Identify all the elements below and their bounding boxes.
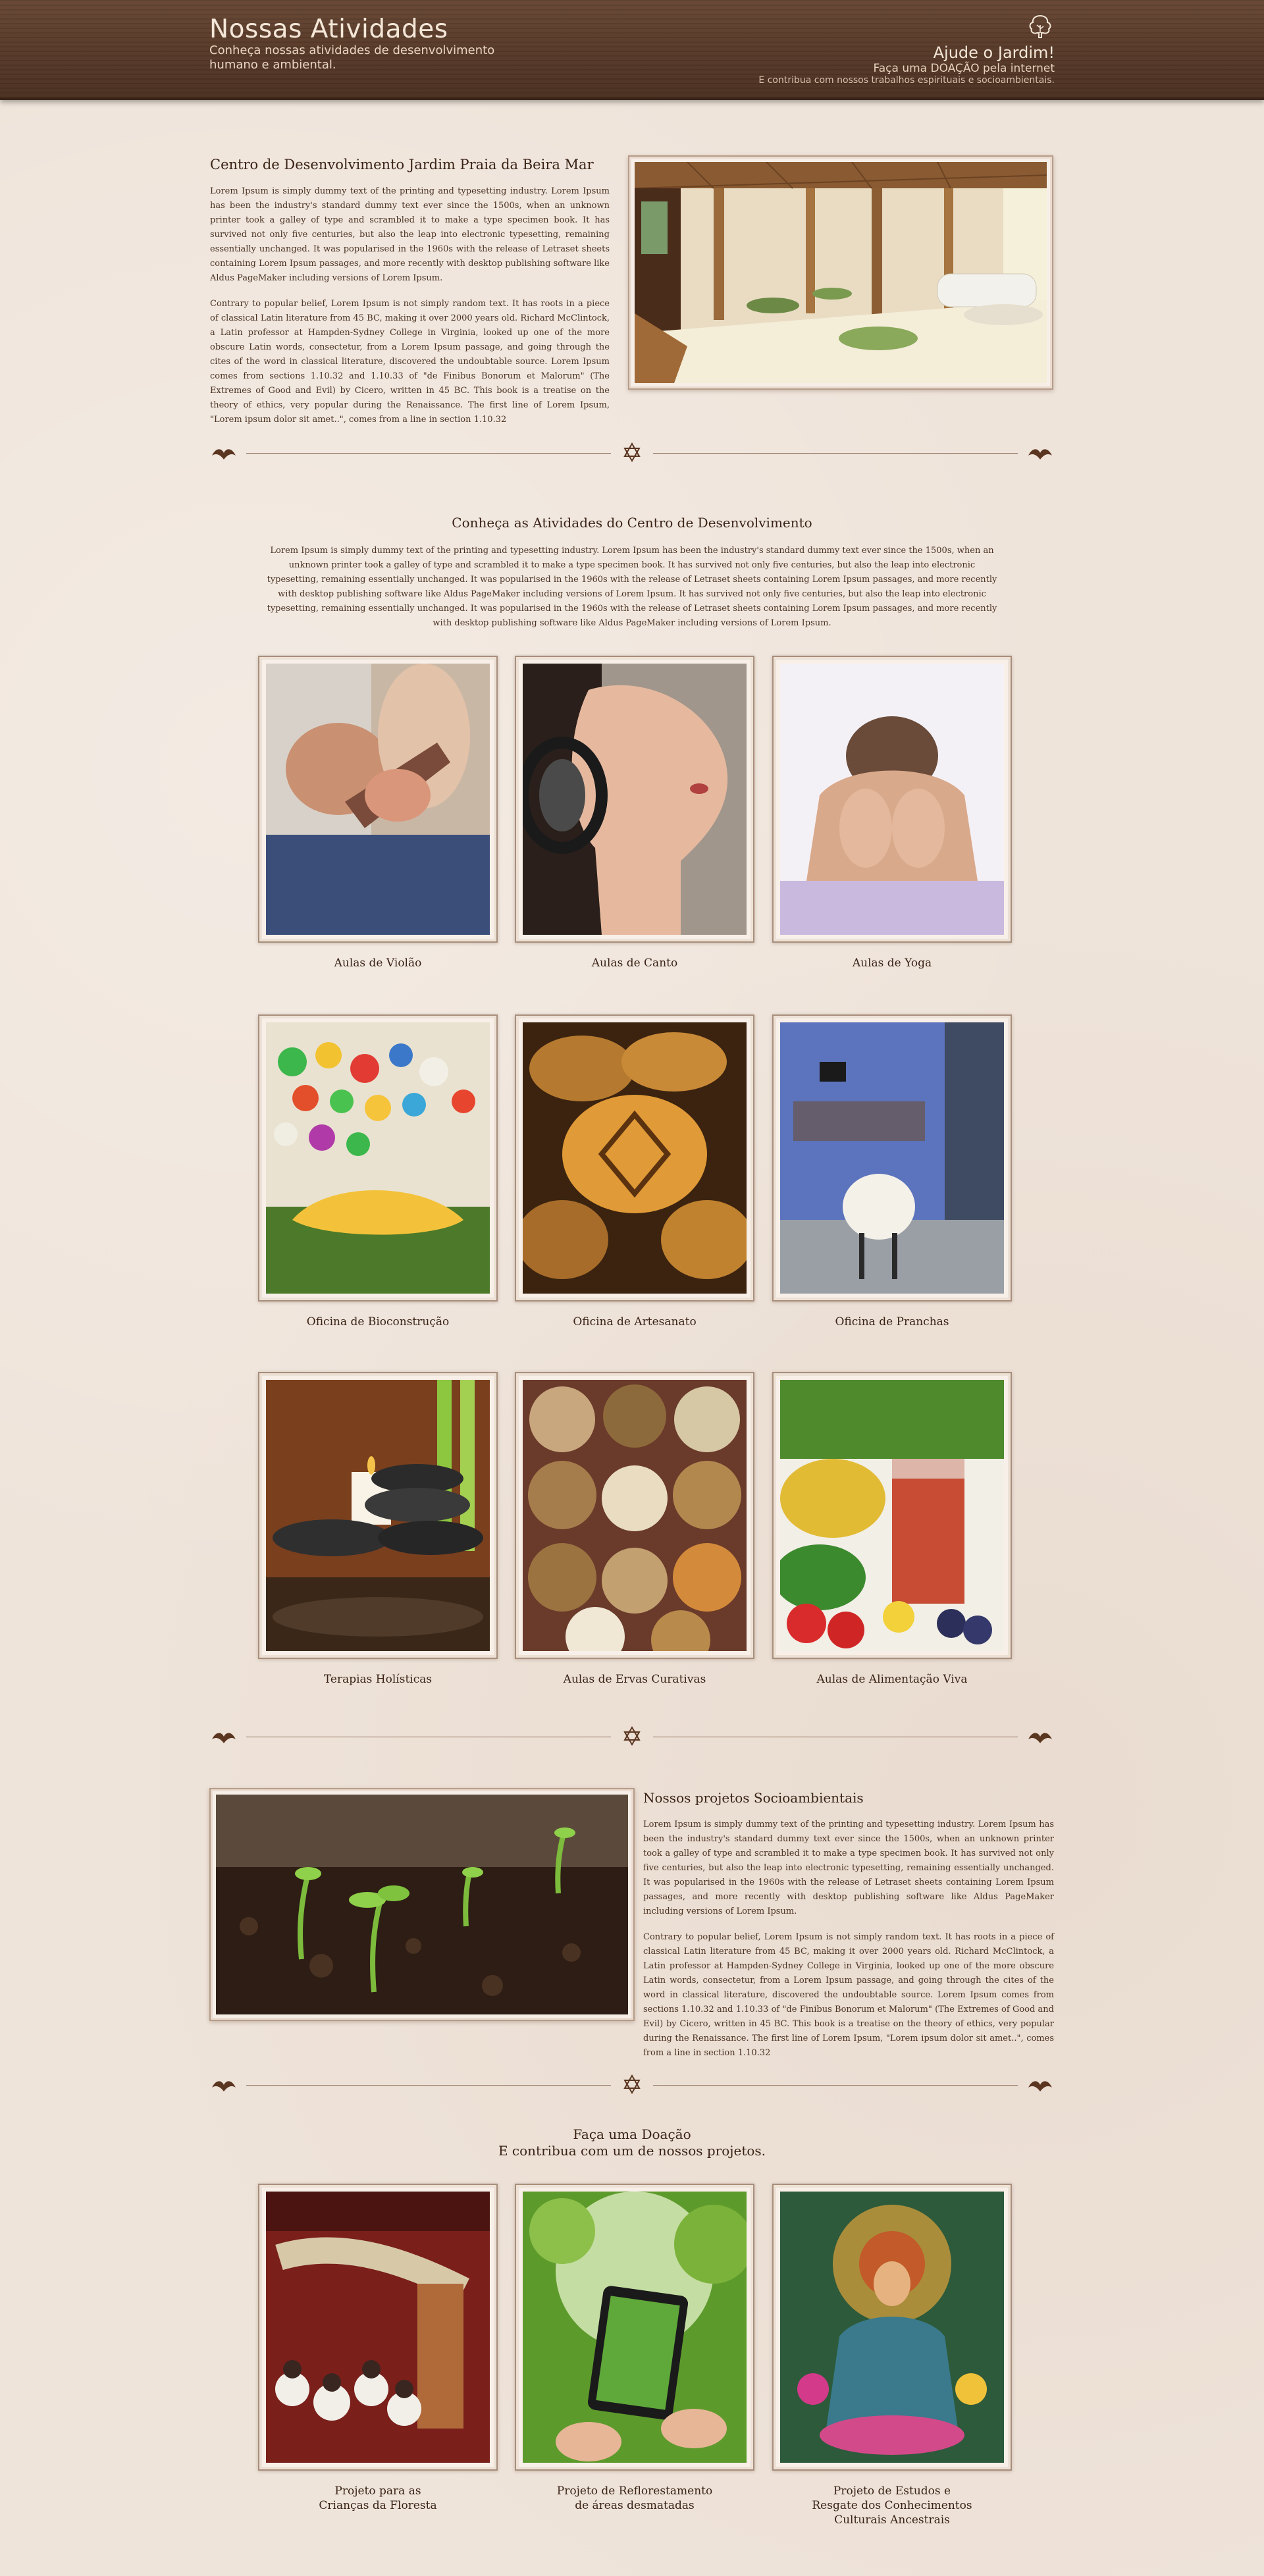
activities-text: Lorem Ipsum is simply dummy text of the …: [267, 546, 997, 628]
activities-title: Conheça as Atividades do Centro de Desen…: [452, 515, 812, 531]
donation-title: Faça uma Doação E contribua com um de no…: [209, 2126, 1055, 2159]
activity-caption[interactable]: Aulas de Canto: [515, 956, 754, 970]
donate-line[interactable]: Faça uma DOAÇÃO pela internet: [758, 62, 1055, 75]
star-of-david-icon: [623, 1726, 641, 1746]
donation-caption[interactable]: Projeto para as Crianças da Floresta: [258, 2484, 498, 2513]
left-ornament-icon: [212, 449, 236, 460]
tree-icon: [1029, 14, 1051, 38]
activity-card[interactable]: Aulas de Canto: [515, 656, 754, 970]
donation-caption[interactable]: Projeto de Reflorestamento de áreas desm…: [515, 2484, 754, 2513]
donation-caption-line-2[interactable]: de áreas desmatadas: [515, 2498, 754, 2513]
donate-caption: E contribua com nossos trabalhos espirit…: [758, 75, 1055, 86]
left-ornament-icon: [212, 2081, 236, 2091]
center-photo: [628, 155, 1053, 390]
activity-caption[interactable]: Aulas de Ervas Curativas: [515, 1672, 754, 1687]
divider-2: [209, 1723, 1055, 1750]
activity-caption[interactable]: Oficina de Pranchas: [772, 1315, 1012, 1329]
intro-title: Centro de Desenvolvimento Jardim Praia d…: [210, 157, 594, 172]
activity-card[interactable]: Aulas de Alimentação Viva: [772, 1372, 1012, 1687]
reforestation-image: [523, 2192, 747, 2463]
donation-card[interactable]: Projeto de Estudos e Resgate dos Conheci…: [772, 2184, 1012, 2527]
page-title: Nossas Atividades: [209, 14, 448, 44]
page-header: Nossas Atividades Conheça nossas ativida…: [0, 0, 1264, 100]
ancestral-culture-image: [780, 2192, 1004, 2463]
donation-caption-line-2[interactable]: Crianças da Floresta: [258, 2498, 498, 2513]
donation-card[interactable]: Projeto para as Crianças da Floresta: [258, 2184, 498, 2513]
baskets-image: [523, 1022, 747, 1294]
yoga-image: [780, 664, 1004, 935]
surfboards-image: [780, 1022, 1004, 1294]
star-of-david-icon: [623, 442, 641, 462]
center-interior-image: [635, 162, 1047, 383]
activity-caption[interactable]: Aulas de Violão: [258, 956, 498, 970]
activity-caption[interactable]: Aulas de Alimentação Viva: [772, 1672, 1012, 1687]
intro-paragraph-2: Contrary to popular belief, Lorem Ipsum …: [210, 299, 610, 425]
guitar-image: [266, 664, 490, 935]
donation-caption-line-1[interactable]: Projeto para as: [258, 2484, 498, 2498]
forest-children-image: [266, 2192, 490, 2463]
raw-food-image: [780, 1380, 1004, 1651]
donation-title-line-1: Faça uma Doação: [573, 2126, 691, 2142]
intro-paragraph-1: Lorem Ipsum is simply dummy text of the …: [210, 186, 610, 283]
projects-text: Lorem Ipsum is simply dummy text of the …: [643, 1818, 1054, 2072]
activity-caption[interactable]: Oficina de Bioconstrução: [258, 1315, 498, 1329]
donation-title-line-2: E contribua com um de nossos projetos.: [498, 2143, 766, 2159]
herbs-image: [523, 1380, 747, 1651]
page-subtitle: Conheça nossas atividades de desenvolvim…: [209, 43, 495, 72]
donation-caption-line-1[interactable]: Projeto de Reflorestamento: [515, 2484, 754, 2498]
donation-caption[interactable]: Projeto de Estudos e Resgate dos Conheci…: [772, 2484, 1012, 2527]
activity-caption[interactable]: Aulas de Yoga: [772, 956, 1012, 970]
activity-card[interactable]: Oficina de Artesanato: [515, 1014, 754, 1329]
divider-1: [209, 440, 1055, 466]
activity-card[interactable]: Terapias Holísticas: [258, 1372, 498, 1687]
donation-caption-line-3[interactable]: Culturais Ancestrais: [772, 2513, 1012, 2527]
projects-photo: [209, 1788, 635, 2021]
right-ornament-icon: [1028, 449, 1052, 460]
donate-link[interactable]: Ajude o Jardim! Faça uma DOAÇÃO pela int…: [758, 13, 1055, 86]
sprouts-image: [216, 1795, 628, 2014]
activity-card[interactable]: Aulas de Yoga: [772, 656, 1012, 970]
singing-image: [523, 664, 747, 935]
projects-title: Nossos projetos Socioambientais: [643, 1790, 864, 1806]
donation-caption-line-1[interactable]: Projeto de Estudos e: [772, 2484, 1012, 2498]
left-ornament-icon: [212, 1733, 236, 1743]
activity-caption[interactable]: Oficina de Artesanato: [515, 1315, 754, 1329]
donate-title[interactable]: Ajude o Jardim!: [758, 43, 1055, 62]
activity-card[interactable]: Aulas de Violão: [258, 656, 498, 970]
bioconstruction-image: [266, 1022, 490, 1294]
activity-card[interactable]: Aulas de Ervas Curativas: [515, 1372, 754, 1687]
right-ornament-icon: [1028, 1733, 1052, 1743]
activity-card[interactable]: Oficina de Bioconstrução: [258, 1014, 498, 1329]
activity-caption[interactable]: Terapias Holísticas: [258, 1672, 498, 1687]
right-ornament-icon: [1028, 2081, 1052, 2091]
divider-3: [209, 2072, 1055, 2098]
intro-text: Lorem Ipsum is simply dummy text of the …: [210, 184, 610, 438]
projects-paragraph-1: Lorem Ipsum is simply dummy text of the …: [643, 1820, 1054, 1916]
holistic-stones-image: [266, 1380, 490, 1651]
star-of-david-icon: [623, 2074, 641, 2094]
projects-paragraph-2: Contrary to popular belief, Lorem Ipsum …: [643, 1932, 1054, 2058]
donation-caption-line-2[interactable]: Resgate dos Conhecimentos: [772, 2498, 1012, 2513]
donation-card[interactable]: Projeto de Reflorestamento de áreas desm…: [515, 2184, 754, 2513]
activity-card[interactable]: Oficina de Pranchas: [772, 1014, 1012, 1329]
